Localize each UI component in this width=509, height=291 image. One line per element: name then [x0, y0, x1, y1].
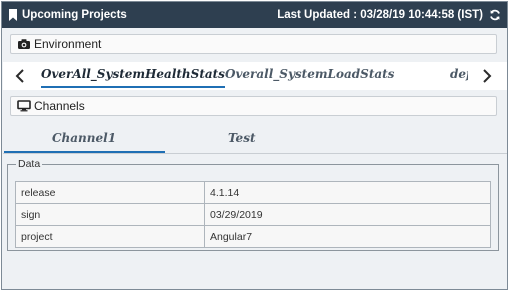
channels-label: Channels	[34, 99, 85, 113]
table-row: release 4.1.14	[15, 181, 491, 204]
row-value: Angular7	[204, 225, 491, 248]
table-row: sign 03/29/2019	[15, 203, 491, 226]
stats-tabstrip: OverAll_SystemHealthStats Overall_System…	[3, 62, 507, 90]
scroll-left-button[interactable]	[7, 62, 33, 90]
row-key: project	[15, 225, 205, 248]
bookmark-icon	[8, 9, 18, 21]
data-legend: Data	[18, 158, 41, 170]
camera-icon	[17, 38, 31, 50]
row-value: 03/29/2019	[204, 203, 491, 226]
tab-def[interactable]: def	[450, 67, 468, 81]
chevron-left-icon	[15, 69, 24, 83]
row-value: 4.1.14	[204, 181, 491, 204]
channels-bar[interactable]: Channels	[10, 96, 497, 116]
tab-overall-systemloadstats[interactable]: Overall_SystemLoadStats	[225, 67, 394, 81]
tab-channel1[interactable]: Channel1	[52, 131, 116, 145]
active-tab-indicator	[41, 86, 225, 88]
upcoming-projects-panel: Upcoming Projects Last Updated : 03/28/1…	[1, 1, 508, 290]
chevron-right-icon	[483, 69, 492, 83]
panel-title: Upcoming Projects	[22, 9, 127, 21]
data-fieldset: Data release 4.1.14 sign 03/29/2019 proj…	[7, 158, 499, 251]
refresh-icon[interactable]	[489, 9, 501, 21]
row-key: release	[15, 181, 205, 204]
panel-header: Upcoming Projects Last Updated : 03/28/1…	[2, 2, 507, 28]
tab-overall-systemhealthstats[interactable]: OverAll_SystemHealthStats	[41, 67, 225, 81]
table-row: project Angular7	[15, 225, 491, 248]
subtab-divider	[3, 153, 507, 154]
tab-test[interactable]: Test	[228, 131, 256, 145]
data-table: release 4.1.14 sign 03/29/2019 project A…	[15, 181, 491, 248]
channel-tabs: Channel1 Test	[3, 124, 507, 154]
environment-bar[interactable]: Environment	[10, 34, 497, 54]
monitor-icon	[17, 100, 31, 112]
environment-label: Environment	[34, 37, 102, 51]
last-updated-text: Last Updated : 03/28/19 10:44:58 (IST)	[277, 9, 483, 21]
scroll-right-button[interactable]	[474, 62, 500, 90]
row-key: sign	[15, 203, 205, 226]
